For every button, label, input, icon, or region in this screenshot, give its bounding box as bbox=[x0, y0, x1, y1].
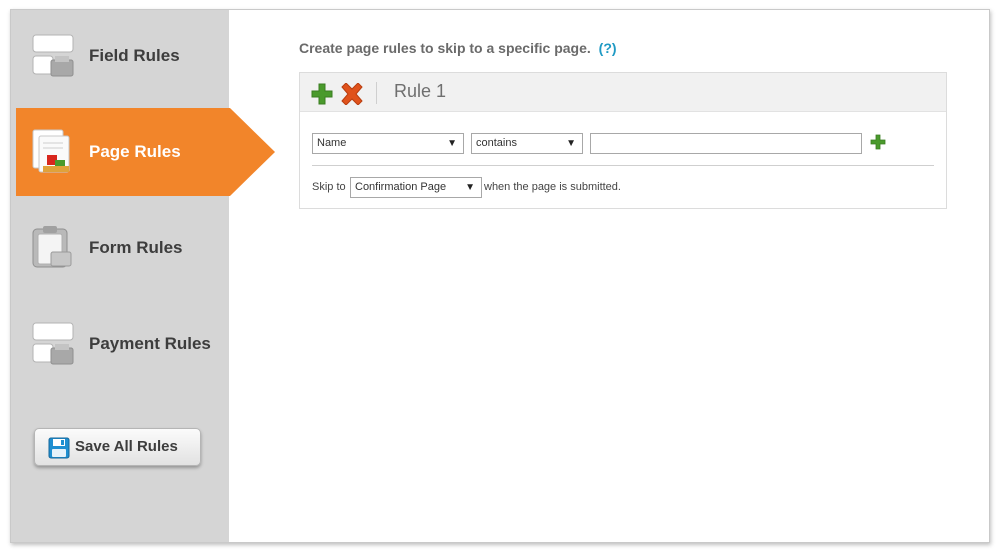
sidebar-item-payment-rules[interactable]: Payment Rules bbox=[11, 300, 229, 388]
sidebar-item-label: Payment Rules bbox=[89, 334, 211, 353]
rule-divider bbox=[312, 165, 934, 166]
page-heading: Create page rules to skip to a specific … bbox=[299, 40, 617, 56]
form-rules-icon bbox=[32, 226, 72, 268]
add-condition-icon[interactable] bbox=[870, 134, 886, 150]
skip-suffix-text: when the page is submitted. bbox=[484, 181, 621, 193]
rule-card: Rule 1 Name ▼ contains ▼ Skip to Confirm bbox=[299, 72, 947, 209]
condition-value-input[interactable] bbox=[590, 133, 862, 154]
floppy-disk-icon bbox=[48, 437, 70, 459]
operator-select[interactable]: contains ▼ bbox=[471, 133, 583, 154]
chevron-down-icon: ▼ bbox=[447, 138, 457, 149]
rule-header: Rule 1 bbox=[300, 73, 946, 112]
chevron-down-icon: ▼ bbox=[465, 182, 475, 193]
sidebar: Field Rules Page Rules Form Rules Paymen… bbox=[11, 10, 275, 542]
delete-rule-icon[interactable] bbox=[340, 83, 364, 105]
sidebar-item-label: Form Rules bbox=[89, 238, 183, 257]
chevron-down-icon: ▼ bbox=[566, 138, 576, 149]
sidebar-item-field-rules[interactable]: Field Rules bbox=[11, 12, 229, 100]
add-rule-icon[interactable] bbox=[311, 83, 333, 105]
operator-select-value: contains bbox=[476, 137, 517, 149]
help-link[interactable]: (?) bbox=[599, 40, 617, 56]
sidebar-item-label: Field Rules bbox=[89, 46, 180, 65]
skip-target-select[interactable]: Confirmation Page ▼ bbox=[350, 177, 482, 198]
sidebar-item-page-rules[interactable]: Page Rules bbox=[16, 108, 275, 196]
field-select[interactable]: Name ▼ bbox=[312, 133, 464, 154]
sidebar-item-label: Page Rules bbox=[89, 142, 181, 161]
rules-panel: Field Rules Page Rules Form Rules Paymen… bbox=[10, 9, 990, 543]
field-rules-icon bbox=[32, 34, 74, 77]
sidebar-item-form-rules[interactable]: Form Rules bbox=[11, 204, 229, 292]
skip-target-value: Confirmation Page bbox=[355, 181, 447, 193]
heading-text: Create page rules to skip to a specific … bbox=[299, 40, 591, 56]
skip-action-row: Skip to Confirmation Page ▼ when the pag… bbox=[312, 177, 932, 199]
save-button-label: Save All Rules bbox=[75, 438, 178, 455]
header-divider bbox=[376, 82, 377, 104]
skip-prefix-text: Skip to bbox=[312, 181, 346, 193]
page-rules-icon bbox=[32, 129, 70, 173]
payment-rules-icon bbox=[32, 322, 74, 365]
field-select-value: Name bbox=[317, 137, 347, 149]
save-all-rules-button[interactable]: Save All Rules bbox=[34, 428, 201, 466]
rule-title: Rule 1 bbox=[394, 81, 447, 101]
main-content: Create page rules to skip to a specific … bbox=[229, 10, 989, 542]
